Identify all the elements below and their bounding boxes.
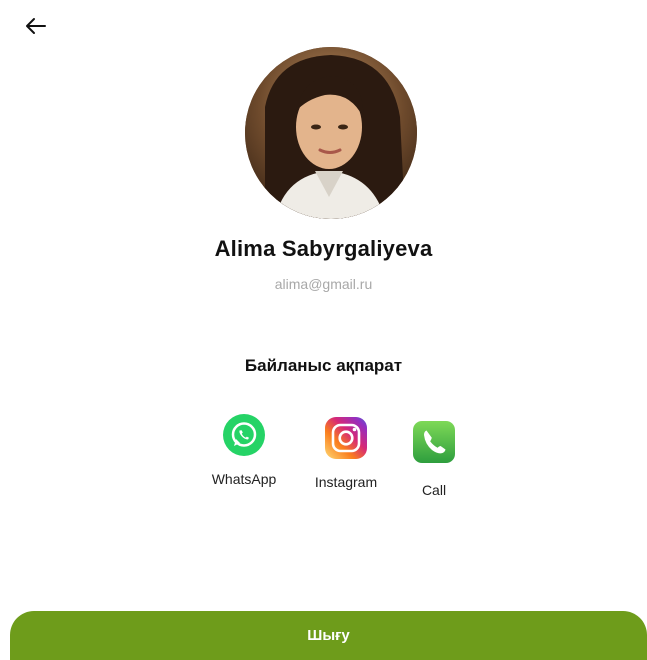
contact-instagram[interactable]: Instagram [303, 416, 389, 490]
whatsapp-icon [223, 414, 265, 456]
contact-call[interactable]: Call [402, 420, 466, 498]
instagram-icon [325, 417, 367, 459]
logout-button[interactable]: Шығу [10, 611, 647, 660]
contact-label-call: Call [421, 482, 447, 498]
profile-email: alima@gmail.ru [274, 276, 373, 292]
contact-label-instagram: Instagram [314, 474, 378, 490]
contact-label-whatsapp: WhatsApp [211, 471, 277, 487]
avatar [245, 47, 417, 219]
contact-whatsapp[interactable]: WhatsApp [202, 413, 286, 487]
contact-info-title: Байланыс ақпарат [244, 356, 403, 375]
phone-icon [413, 421, 455, 463]
arrow-left-icon [26, 18, 46, 34]
profile-name: Alima Sabyrgaliyeva [214, 236, 433, 261]
back-button[interactable] [20, 12, 52, 40]
